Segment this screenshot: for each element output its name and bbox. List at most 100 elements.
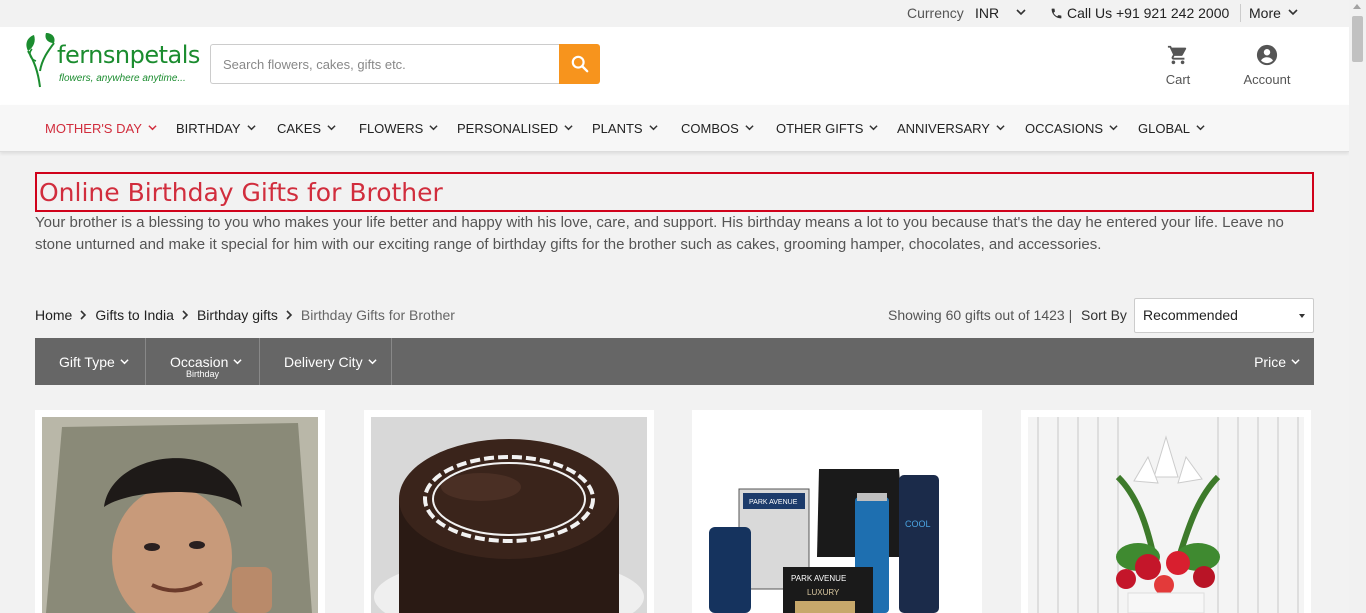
cart-icon bbox=[1167, 45, 1187, 65]
account-label: Account bbox=[1243, 72, 1291, 87]
logo-tagline: flowers, anywhere anytime... bbox=[59, 73, 186, 84]
nav-label: COMBOS bbox=[681, 121, 739, 136]
currency-label: Currency bbox=[907, 5, 964, 21]
caret-down-icon bbox=[1299, 314, 1305, 318]
nav-item-personalised[interactable]: PERSONALISED bbox=[457, 121, 573, 136]
filter-delivery-city[interactable]: Delivery City bbox=[260, 338, 392, 385]
chevron-down-icon[interactable] bbox=[1016, 4, 1026, 20]
breadcrumb: Home Gifts to India Birthday gifts Birthday… bbox=[35, 307, 455, 323]
chevron-down-icon bbox=[1196, 125, 1205, 131]
product-image-cushion bbox=[42, 417, 318, 613]
more-menu[interactable]: More bbox=[1249, 5, 1298, 21]
filter-label: Price bbox=[1254, 354, 1300, 370]
nav-item-global[interactable]: GLOBAL bbox=[1138, 121, 1205, 136]
logo[interactable]: fernsnpetals flowers, anywhere anytime..… bbox=[24, 31, 200, 89]
chevron-down-icon bbox=[1291, 359, 1300, 365]
chevron-down-icon bbox=[327, 125, 336, 131]
nav-item-anniversary[interactable]: ANNIVERSARY bbox=[897, 121, 1005, 136]
page-scrollbar[interactable] bbox=[1349, 0, 1366, 613]
filter-occasion[interactable]: Occasion Birthday bbox=[146, 338, 260, 385]
scroll-up-icon[interactable] bbox=[1353, 4, 1361, 9]
chevron-right-icon bbox=[80, 310, 87, 320]
search-button[interactable] bbox=[559, 44, 600, 84]
chevron-down-icon bbox=[1288, 9, 1298, 16]
chevron-right-icon bbox=[182, 310, 189, 320]
logo-text: fernsnpetals bbox=[57, 41, 200, 69]
nav-label: CAKES bbox=[277, 121, 322, 136]
account-icon bbox=[1256, 44, 1278, 66]
nav-label: PERSONALISED bbox=[457, 121, 559, 136]
nav-item-plants[interactable]: PLANTS bbox=[592, 121, 658, 136]
filter-bar: Gift Type Occasion Birthday Delivery Cit… bbox=[35, 338, 1314, 385]
filter-selected-value: Birthday bbox=[185, 369, 220, 379]
chevron-down-icon bbox=[367, 359, 377, 365]
page-title: Online Birthday Gifts for Brother bbox=[39, 178, 443, 207]
search-input[interactable] bbox=[210, 44, 559, 84]
nav-label: ANNIVERSARY bbox=[897, 121, 990, 136]
chevron-down-icon bbox=[429, 125, 438, 131]
page-title-box: Online Birthday Gifts for Brother bbox=[35, 172, 1314, 212]
chevron-down-icon bbox=[233, 359, 242, 365]
brand-text: LUXURY bbox=[807, 588, 840, 597]
phone-icon bbox=[1051, 8, 1062, 19]
call-us-link[interactable]: Call Us +91 921 242 2000 bbox=[1050, 5, 1229, 21]
chevron-down-icon bbox=[148, 125, 157, 131]
nav-item-birthday[interactable]: BIRTHDAY bbox=[176, 121, 256, 136]
brand-text: PARK AVENUE bbox=[749, 499, 798, 506]
cart-button[interactable]: Cart bbox=[1158, 44, 1198, 87]
divider bbox=[1240, 4, 1241, 22]
chevron-down-icon bbox=[996, 125, 1005, 131]
product-card[interactable] bbox=[35, 410, 325, 613]
product-image-grooming-hamper: PARK AVENUE COOL PARK AVENUE LUXURY bbox=[699, 417, 975, 613]
brand-text: COOL bbox=[905, 519, 931, 529]
results-count: Showing 60 gifts out of 1423 | bbox=[888, 307, 1073, 323]
chevron-down-icon bbox=[1109, 125, 1118, 131]
nav-item-other-gifts[interactable]: OTHER GIFTS bbox=[776, 121, 878, 136]
product-card[interactable]: PARK AVENUE COOL PARK AVENUE LUXURY bbox=[692, 410, 982, 613]
nav-label: GLOBAL bbox=[1138, 121, 1191, 136]
product-image-flower-arrangement bbox=[1028, 417, 1304, 613]
chevron-right-icon bbox=[286, 310, 293, 320]
breadcrumb-birthday-gifts[interactable]: Birthday gifts bbox=[197, 307, 278, 323]
main-navigation: MOTHER'S DAY BIRTHDAY CAKES FLOWERS PERS… bbox=[0, 105, 1349, 152]
filter-gift-type[interactable]: Gift Type bbox=[35, 338, 146, 385]
scrollbar-thumb[interactable] bbox=[1352, 16, 1363, 62]
more-label: More bbox=[1249, 5, 1281, 21]
nav-label: PLANTS bbox=[592, 121, 643, 136]
nav-item-mothers-day[interactable]: MOTHER'S DAY bbox=[45, 121, 157, 136]
cart-label: Cart bbox=[1165, 72, 1191, 87]
breadcrumb-home[interactable]: Home bbox=[35, 307, 72, 323]
top-utility-bar: Currency INR Call Us +91 921 242 2000 Mo… bbox=[0, 0, 1349, 27]
chevron-down-icon bbox=[246, 125, 256, 131]
chevron-down-icon bbox=[869, 125, 878, 131]
chevron-down-icon bbox=[564, 125, 573, 131]
sort-value: Recommended bbox=[1143, 307, 1238, 323]
nav-item-flowers[interactable]: FLOWERS bbox=[359, 121, 438, 136]
product-card[interactable] bbox=[1021, 410, 1311, 613]
chevron-down-icon bbox=[745, 125, 754, 131]
sort-dropdown[interactable]: Recommended bbox=[1134, 298, 1314, 333]
nav-label: OTHER GIFTS bbox=[776, 121, 864, 136]
chevron-down-icon bbox=[120, 359, 129, 365]
breadcrumb-current: Birthday Gifts for Brother bbox=[300, 307, 455, 323]
filter-price[interactable]: Price bbox=[1234, 338, 1314, 385]
page-description: Your brother is a blessing to you who ma… bbox=[35, 214, 1284, 253]
filter-label: Delivery City bbox=[284, 354, 377, 370]
currency-select[interactable]: INR bbox=[975, 5, 999, 21]
chevron-down-icon bbox=[648, 125, 658, 131]
product-card[interactable] bbox=[364, 410, 654, 613]
nav-label: BIRTHDAY bbox=[176, 121, 241, 136]
search-icon bbox=[571, 55, 588, 73]
nav-item-cakes[interactable]: CAKES bbox=[277, 121, 336, 136]
filter-label: Gift Type bbox=[59, 354, 129, 370]
product-image-chocolate-cake bbox=[371, 417, 647, 613]
nav-label: FLOWERS bbox=[359, 121, 424, 136]
nav-item-occasions[interactable]: OCCASIONS bbox=[1025, 121, 1118, 136]
sort-label: Sort By bbox=[1081, 307, 1127, 323]
filter-label: Occasion bbox=[170, 354, 242, 370]
nav-item-combos[interactable]: COMBOS bbox=[681, 121, 754, 136]
call-us-text: Call Us +91 921 242 2000 bbox=[1067, 5, 1230, 21]
account-button[interactable]: Account bbox=[1236, 44, 1298, 87]
breadcrumb-gifts-to-india[interactable]: Gifts to India bbox=[95, 307, 174, 323]
site-header: fernsnpetals flowers, anywhere anytime..… bbox=[0, 27, 1349, 105]
